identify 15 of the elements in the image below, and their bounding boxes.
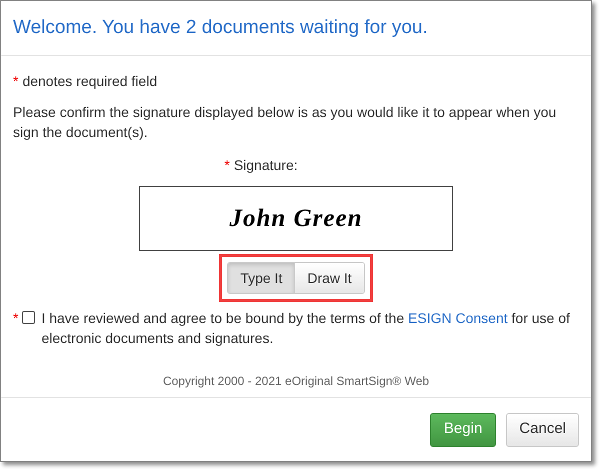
- instructions-text: Please confirm the signature displayed below is as you would like it to appear when you sign the document(s).: [13, 103, 558, 142]
- required-marker: *: [224, 156, 230, 175]
- cancel-button[interactable]: Cancel: [506, 412, 579, 446]
- mode-toggle-button[interactable]: Type It: [228, 263, 294, 293]
- esign-consent-link[interactable]: ESIGN Consent: [408, 310, 508, 326]
- agreement-checkbox[interactable]: [22, 311, 36, 324]
- required-note: denotes required field: [22, 72, 158, 91]
- signature-label: Signature:: [234, 156, 298, 175]
- mode-toggle-button[interactable]: Draw It: [294, 263, 364, 293]
- agreement-text: I have reviewed and agree to be bound by the terms of the ESIGN Consent for use of electronic documents and signatures.: [41, 309, 571, 348]
- signature-text: John Green: [230, 204, 362, 234]
- dialog-title: Welcome. You have 2 documents waiting for you.: [13, 16, 428, 40]
- required-marker: *: [13, 309, 18, 328]
- required-marker: *: [13, 72, 18, 91]
- copyright-text: Copyright 2000 - 2021 eOriginal SmartSign® Web: [162, 373, 430, 390]
